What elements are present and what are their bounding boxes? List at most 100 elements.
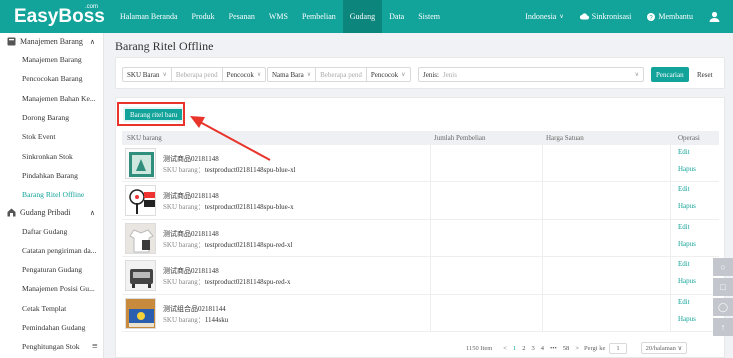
edit-link[interactable]: Edit [678,223,690,231]
user-icon [709,11,720,22]
name-search-input[interactable]: Beberapa pend [315,68,367,81]
easyboss-logo[interactable]: EasyBoss .com [0,4,113,28]
column-header-quantity: Jumlah Pembelian [434,134,486,142]
column-divider [430,219,431,257]
sku-key-label: SKU barang： [163,240,205,249]
column-divider [542,145,543,182]
search-button[interactable]: Pencarian [651,67,689,82]
collapse-menu-icon[interactable]: ≡ [92,341,98,352]
sku-field-select[interactable]: SKU Baran ∨ [123,68,171,81]
feedback-icon[interactable]: □ [713,278,733,296]
table-row: 测试商品02181148 SKU barang：testproduct021811… [122,257,719,295]
sku-match-label: Pencocok [226,70,254,79]
column-divider [670,145,671,182]
nav-item-wms[interactable]: WMS [262,0,295,33]
sidebar-item[interactable]: Stok Event [0,127,103,146]
page-number-button[interactable]: ••• [550,345,557,352]
nav-item-gudang[interactable]: Gudang [342,0,383,33]
next-page-button[interactable]: > [575,345,579,352]
sku-key-label: SKU barang： [163,166,205,174]
name-match-select[interactable]: Pencocok ∨ [367,68,410,81]
column-divider [430,182,431,219]
edit-link[interactable]: Edit [678,260,690,268]
edit-link[interactable]: Edit [678,185,690,193]
sidebar-item[interactable]: Cetak Templat [0,299,103,318]
sidebar-item[interactable]: Dorong Barang [0,108,103,127]
sidebar-item[interactable]: Barang Ritel Offline [0,185,103,204]
column-header-price: Harga Satuan [546,134,584,142]
nav-item-data[interactable]: Data [382,0,411,33]
prev-page-button[interactable]: < [503,345,507,352]
sku-match-select[interactable]: Pencocok ∨ [223,68,266,81]
product-name: 测试商品02181148 [163,267,219,276]
reset-button[interactable]: Reset [694,67,716,82]
nav-item-pesanan[interactable]: Pesanan [222,0,262,33]
pagination: 1150 Item < 1 2 3 4 ••• 58 > Pergi ke 1 20/ha… [466,342,688,354]
sidebar-group-label: Manajemen Barang [20,37,83,46]
product-sku: SKU barang：1144sku [163,315,228,325]
sync-button[interactable]: Sinkronisasi [579,12,631,21]
column-divider [430,257,431,294]
chevron-down-icon: ∨ [401,72,406,78]
sidebar-item[interactable]: Penghitungan Stok [0,337,103,356]
delete-link[interactable]: Hapus [678,165,696,173]
chevron-down-icon: ∨ [162,72,167,78]
nav-item-produk[interactable]: Produk [185,0,222,33]
page-number-button[interactable]: 3 [531,345,534,352]
sidebar-item[interactable]: Pemindahan Gudang [0,318,103,337]
delete-link[interactable]: Hapus [678,240,696,248]
name-field-select[interactable]: Nama Bara ∨ [268,68,315,81]
sidebar-item[interactable]: Pencocokan Barang [0,69,103,88]
main-content: Barang Ritel Offline SKU Baran ∨ Beberapa… [104,33,733,358]
edit-link[interactable]: Edit [678,298,690,306]
sidebar-item[interactable]: Pengaturan Gudang [0,260,103,279]
delete-link[interactable]: Hapus [678,277,696,285]
nav-item-pembelian[interactable]: Pembelian [295,0,343,33]
chat-icon[interactable]: ○ [713,258,733,276]
name-select-label: Nama Bara [272,70,304,79]
region-selector[interactable]: Indonesia ∨ [525,12,564,21]
sidebar-group2-items: Daftar Gudang Catatan pengiriman da... Pen… [0,221,103,356]
sidebar-item[interactable]: Manajemen Posisi Gu... [0,279,103,298]
sidebar-item[interactable]: Daftar Gudang [0,221,103,240]
sidebar-group-manajemen-barang[interactable]: Manajemen Barang ∧ [0,33,103,50]
settings-icon[interactable]: ◯ [713,298,733,316]
warehouse-icon [7,208,16,217]
sidebar-item[interactable]: Catatan pengiriman da... [0,241,103,260]
sidebar-item[interactable]: Manajemen Bahan Ke... [0,89,103,108]
chevron-down-icon: ∨ [677,345,683,352]
table-header: SKU barang Jumlah Pembelian Harga Satuan… [122,131,719,145]
edit-link[interactable]: Edit [678,148,690,156]
sku-key-label: SKU barang： [163,278,205,287]
goto-page-input[interactable]: 1 [609,342,627,354]
sidebar-item[interactable]: Pindahkan Barang [0,166,103,185]
sidebar-item[interactable]: Sinkronkan Stok [0,146,103,165]
jenis-select[interactable]: Jenis: Jenis ∨ [418,67,644,82]
chevron-down-icon: ∨ [256,72,262,78]
page-number-button[interactable]: 1 [513,345,516,352]
sidebar-item[interactable]: Manajemen Barang [0,50,103,69]
sku-search-input[interactable]: Beberapa pend [170,68,223,81]
help-button[interactable]: ? Membantu [647,12,693,21]
page-title: Barang Ritel Offline [115,39,214,53]
delete-link[interactable]: Hapus [678,202,696,210]
help-label: Membantu [658,12,693,21]
page-size-label: 20/halaman [645,345,676,352]
page-number-button[interactable]: 4 [541,345,544,352]
page-number-button[interactable]: 58 [563,345,570,352]
nav-item-sistem[interactable]: Sistem [411,0,447,33]
back-to-top-icon[interactable]: ↑ [713,318,733,336]
sku-value: testproduct02181148spu-red-x [204,278,291,287]
sidebar-group-gudang-pribadi[interactable]: Gudang Pribadi ∧ [0,204,103,221]
sku-value: testproduct02181148spu-blue-xl [204,166,296,174]
machine-icon [125,260,156,292]
page-number-button[interactable]: 2 [522,345,525,352]
chevron-up-icon: ∧ [89,208,95,217]
column-divider [670,257,671,294]
top-right-actions: Indonesia ∨ Sinkronisasi ? Membantu [525,0,733,33]
nav-item-halaman-beranda[interactable]: Halaman Beranda [113,0,185,33]
user-avatar[interactable] [709,11,723,22]
page-size-select[interactable]: 20/halaman ∨ [640,342,688,354]
delete-link[interactable]: Hapus [678,315,696,323]
name-filter-group: Nama Bara ∨ Beberapa pend Pencocok ∨ [267,67,411,82]
